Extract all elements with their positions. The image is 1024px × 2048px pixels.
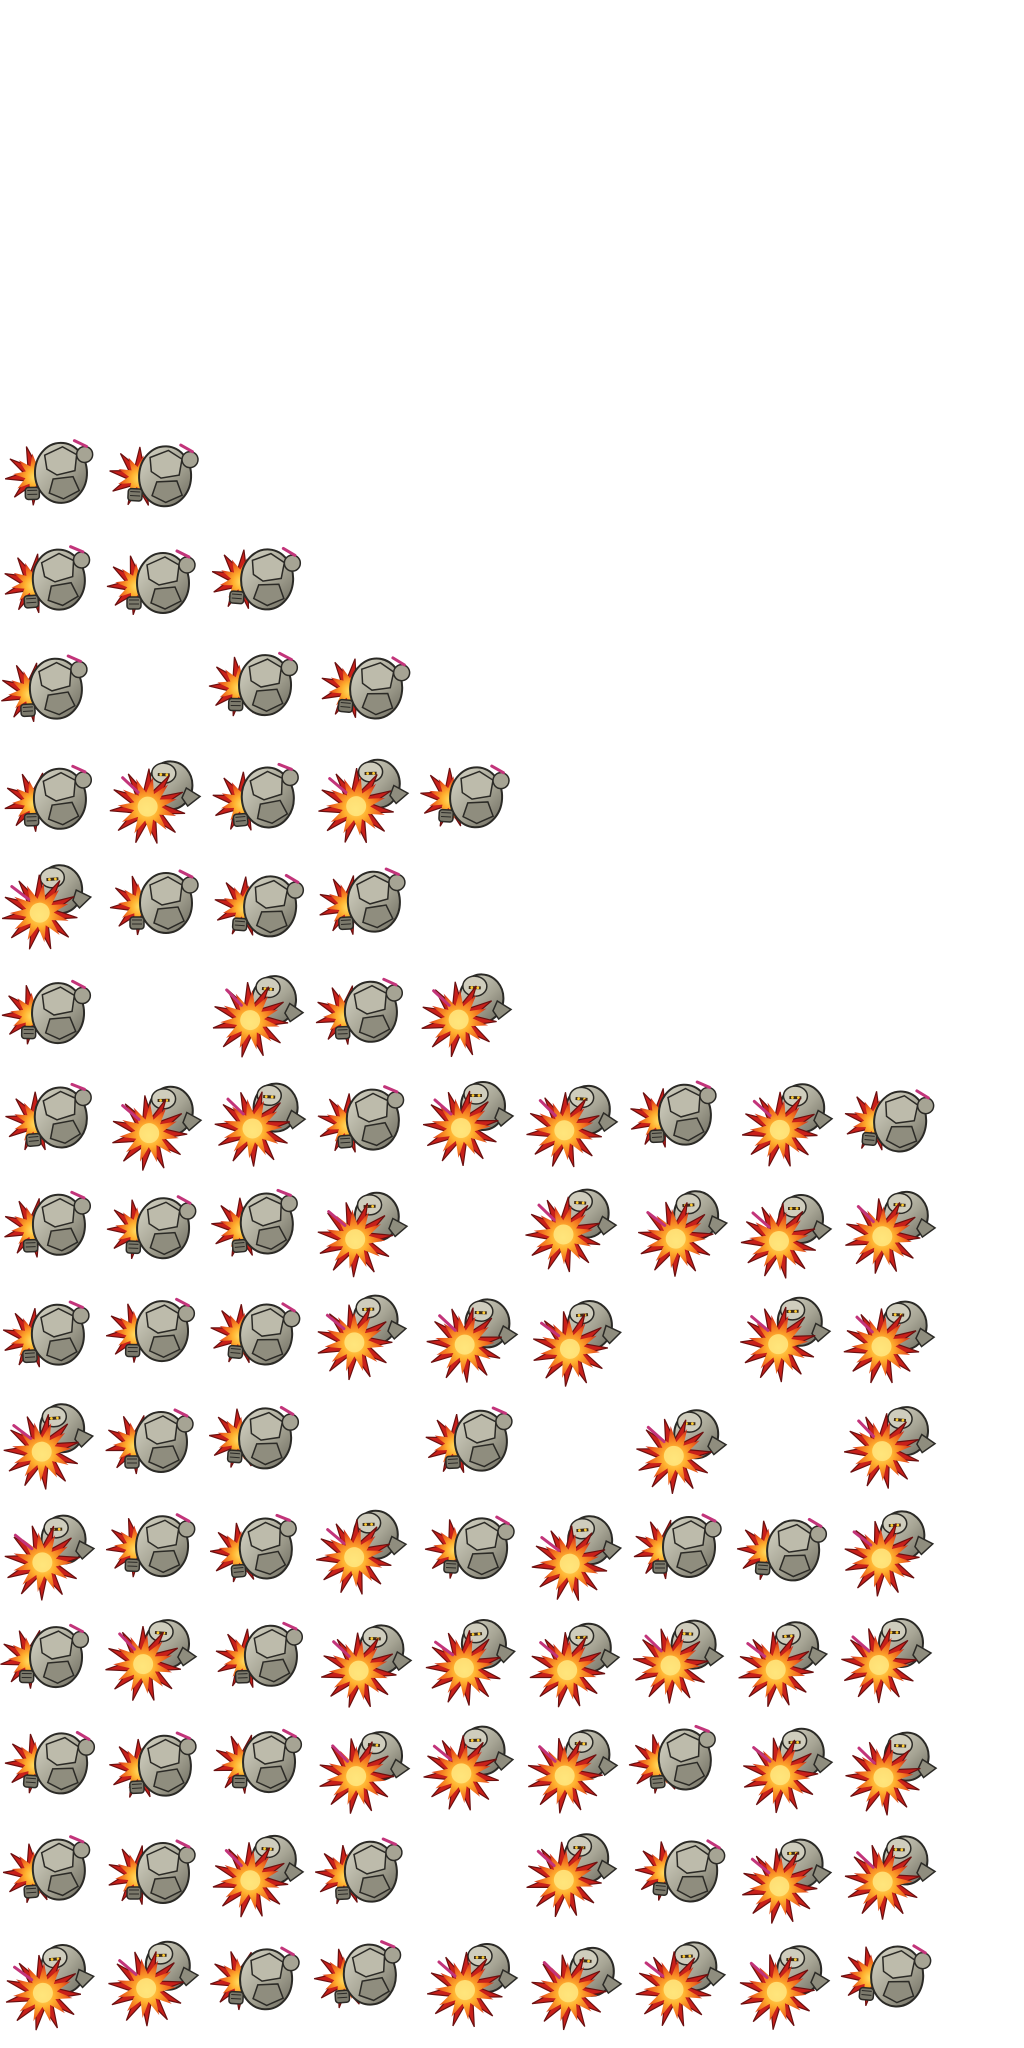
golem-sprite-front-r11-c6 bbox=[529, 1503, 629, 1603]
golem-sprite-front-r11-c4 bbox=[314, 1497, 414, 1597]
golem-sprite-back-r14-c2 bbox=[107, 1825, 207, 1925]
golem-sprite-front-r14-c6 bbox=[524, 1820, 624, 1920]
golem-sprite-front-r8-c9 bbox=[843, 1177, 943, 1277]
golem-sprite-back-r1-c2 bbox=[109, 428, 209, 528]
golem-sprite-back-r8-c3 bbox=[211, 1176, 311, 1276]
golem-sprite-back-r10-c2 bbox=[105, 1394, 205, 1494]
golem-sprite-back-r3-c1 bbox=[0, 641, 100, 741]
golem-sprite-front-r9-c5 bbox=[425, 1285, 525, 1385]
golem-sprite-front-r10-c1 bbox=[1, 1391, 101, 1491]
golem-sprite-front-r13-c8 bbox=[740, 1715, 840, 1815]
golem-sprite-back-r7-c9 bbox=[844, 1073, 944, 1173]
golem-sprite-back-r15-c9 bbox=[840, 1928, 941, 2028]
golem-sprite-front-r6-c3 bbox=[211, 961, 311, 1061]
golem-sprite-back-r13-c3 bbox=[213, 1714, 313, 1814]
golem-sprite-back-r10-c5 bbox=[425, 1393, 525, 1493]
golem-sprite-front-r7-c5 bbox=[421, 1068, 521, 1168]
golem-sprite-front-r13-c6 bbox=[525, 1716, 625, 1816]
golem-sprite-front-r7-c8 bbox=[740, 1070, 840, 1170]
golem-sprite-front-r12-c9 bbox=[839, 1605, 939, 1705]
golem-sprite-back-r5-c2 bbox=[109, 855, 210, 955]
golem-sprite-front-r4-c2 bbox=[108, 747, 208, 847]
golem-sprite-back-r9-c2 bbox=[105, 1283, 206, 1383]
golem-sprite-front-r11-c9 bbox=[841, 1498, 941, 1598]
golem-sprite-front-r5-c1 bbox=[0, 852, 99, 952]
golem-sprite-front-r15-c2 bbox=[106, 1928, 206, 2028]
golem-sprite-back-r3-c3 bbox=[208, 637, 309, 737]
golem-sprite-front-r14-c9 bbox=[843, 1822, 943, 1922]
golem-sprite-front-r9-c4 bbox=[314, 1282, 414, 1382]
golem-sprite-back-r13-c1 bbox=[4, 1715, 105, 1815]
golem-sprite-front-r14-c8 bbox=[739, 1826, 839, 1926]
golem-sprite-front-r15-c1 bbox=[2, 1932, 102, 2032]
golem-sprite-back-r14-c1 bbox=[2, 1822, 103, 1922]
golem-sprite-back-r2-c1 bbox=[3, 532, 103, 632]
golem-sprite-front-r12-c2 bbox=[104, 1605, 204, 1705]
golem-sprite-front-r12-c8 bbox=[735, 1609, 835, 1709]
golem-sprite-front-r6-c5 bbox=[419, 960, 519, 1060]
golem-sprite-front-r7-c3 bbox=[213, 1069, 313, 1169]
golem-sprite-front-r8-c4 bbox=[315, 1179, 415, 1279]
golem-sprite-back-r2-c3 bbox=[211, 531, 311, 631]
golem-sprite-back-r11-c3 bbox=[209, 1501, 310, 1601]
golem-sprite-front-r13-c4 bbox=[317, 1717, 417, 1817]
golem-sprite-front-r9-c8 bbox=[738, 1284, 838, 1384]
golem-sprite-front-r14-c3 bbox=[211, 1821, 311, 1921]
golem-sprite-front-r15-c6 bbox=[529, 1933, 629, 2033]
golem-sprite-back-r4-c3 bbox=[212, 750, 312, 850]
golem-sprite-back-r8-c1 bbox=[3, 1177, 103, 1277]
golem-sprite-front-r7-c2 bbox=[109, 1073, 209, 1173]
golem-sprite-back-r13-c7 bbox=[628, 1712, 729, 1812]
golem-sprite-back-r13-c2 bbox=[109, 1718, 209, 1818]
golem-sprite-back-r11-c2 bbox=[105, 1498, 206, 1598]
golem-sprite-back-r8-c2 bbox=[106, 1180, 207, 1280]
golem-sprite-back-r10-c3 bbox=[209, 1390, 309, 1490]
golem-sprite-back-r7-c7 bbox=[629, 1067, 729, 1167]
golem-sprite-front-r7-c6 bbox=[525, 1071, 625, 1171]
golem-sprite-back-r15-c4 bbox=[313, 1927, 414, 2027]
golem-sprite-front-r13-c9 bbox=[844, 1718, 944, 1818]
golem-sprite-back-r14-c4 bbox=[315, 1824, 415, 1924]
sprite-sheet bbox=[0, 0, 1024, 2048]
golem-sprite-back-r11-c5 bbox=[424, 1500, 525, 1600]
golem-sprite-front-r8-c7 bbox=[635, 1178, 735, 1278]
golem-sprite-back-r12-c1 bbox=[0, 1609, 100, 1709]
golem-sprite-back-r7-c1 bbox=[5, 1070, 105, 1170]
golem-sprite-front-r12-c4 bbox=[319, 1611, 419, 1711]
golem-sprite-front-r12-c5 bbox=[423, 1607, 523, 1707]
golem-sprite-back-r2-c2 bbox=[106, 535, 207, 635]
golem-sprite-back-r12-c3 bbox=[215, 1608, 315, 1708]
golem-sprite-back-r15-c3 bbox=[210, 1931, 310, 2031]
golem-sprite-front-r9-c6 bbox=[529, 1288, 629, 1388]
golem-sprite-back-r11-c7 bbox=[633, 1499, 733, 1599]
golem-sprite-front-r11-c1 bbox=[2, 1502, 102, 1602]
golem-sprite-back-r9-c1 bbox=[2, 1287, 102, 1387]
golem-sprite-back-r6-c1 bbox=[1, 965, 102, 1065]
golem-sprite-back-r4-c5 bbox=[420, 749, 520, 849]
golem-sprite-front-r8-c8 bbox=[739, 1181, 839, 1281]
golem-sprite-front-r9-c9 bbox=[842, 1287, 942, 1387]
golem-sprite-back-r5-c4 bbox=[318, 854, 418, 954]
golem-sprite-front-r13-c5 bbox=[421, 1713, 521, 1813]
golem-sprite-back-r4-c1 bbox=[4, 751, 104, 851]
golem-sprite-front-r10-c7 bbox=[634, 1396, 734, 1496]
golem-sprite-front-r15-c7 bbox=[633, 1929, 733, 2029]
golem-sprite-front-r10-c9 bbox=[843, 1392, 943, 1492]
golem-sprite-front-r12-c6 bbox=[527, 1610, 627, 1710]
golem-sprite-back-r5-c3 bbox=[214, 858, 314, 958]
golem-sprite-back-r14-c7 bbox=[634, 1823, 735, 1923]
golem-sprite-back-r9-c3 bbox=[210, 1286, 310, 1386]
golem-sprite-front-r8-c6 bbox=[524, 1175, 624, 1275]
golem-sprite-front-r4-c4 bbox=[316, 746, 416, 846]
golem-sprite-back-r11-c8 bbox=[736, 1502, 837, 1602]
golem-sprite-front-r15-c8 bbox=[737, 1932, 837, 2032]
golem-sprite-front-r12-c7 bbox=[631, 1606, 731, 1706]
golem-sprite-back-r7-c4 bbox=[317, 1072, 417, 1172]
golem-sprite-back-r3-c4 bbox=[320, 640, 420, 740]
golem-sprite-back-r6-c4 bbox=[315, 964, 415, 1064]
golem-sprite-back-r1-c1 bbox=[4, 425, 105, 525]
golem-sprite-front-r15-c5 bbox=[425, 1930, 525, 2030]
